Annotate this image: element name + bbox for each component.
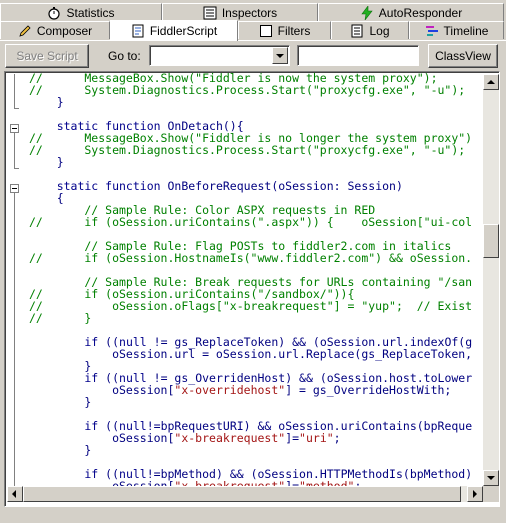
code-line: // if (oSession.uriContains(".aspx")) { … xyxy=(29,216,472,228)
tab-statistics-label: Statistics xyxy=(66,5,115,20)
timeline-icon xyxy=(425,24,439,38)
script-editor[interactable]: // MessageBox.Show("Fiddler is now the s… xyxy=(4,71,500,507)
code-token: "x-breakrequest" xyxy=(174,431,286,445)
stopwatch-icon xyxy=(47,6,61,20)
log-icon xyxy=(350,24,364,38)
tab-timeline-label: Timeline xyxy=(443,23,489,38)
fold-end xyxy=(14,168,19,169)
search-input[interactable] xyxy=(297,45,419,66)
horizontal-scroll-thumb[interactable] xyxy=(23,486,461,502)
tab-log[interactable]: Log xyxy=(331,21,409,39)
code-token: } xyxy=(29,95,64,109)
tab-fiddlerscript-label: FiddlerScript xyxy=(149,24,218,38)
fold-line xyxy=(14,193,15,488)
tab-fiddlerscript[interactable]: FiddlerScript xyxy=(110,20,238,41)
chevron-down-icon[interactable] xyxy=(272,47,288,64)
tab-filters-label: Filters xyxy=(277,23,311,38)
code-line: oSession.url = oSession.url.Replace(gs_R… xyxy=(29,348,472,360)
script-toolbar: Save Script Go to: ClassView xyxy=(0,42,506,70)
scroll-down-button[interactable] xyxy=(483,470,499,486)
pencil-icon xyxy=(18,24,32,38)
checkbox-icon xyxy=(259,24,273,38)
code-token: ] = gs_OverrideHostWith; xyxy=(285,383,452,397)
tab-composer-label: Composer xyxy=(36,23,93,38)
code-line: // oSession.oFlags["x-breakrequest"] = "… xyxy=(29,300,472,312)
horizontal-scrollbar[interactable] xyxy=(7,486,483,502)
goto-label: Go to: xyxy=(108,49,141,63)
vertical-scroll-thumb[interactable] xyxy=(483,224,499,258)
code-token: "uri" xyxy=(299,431,334,445)
code-token: "x-overridehost" xyxy=(174,383,286,397)
code-token: ; xyxy=(333,431,341,445)
scrollbar-corner xyxy=(483,486,499,502)
tab-inspectors-label: Inspectors xyxy=(221,5,278,20)
fold-toggle-ondetach[interactable] xyxy=(10,124,19,133)
tab-divider xyxy=(0,40,506,41)
code-token: ; xyxy=(354,479,362,486)
fold-line xyxy=(14,74,15,108)
code-token: } xyxy=(29,443,92,457)
classview-button[interactable]: ClassView xyxy=(428,44,498,68)
code-line: // System.Diagnostics.Process.Start("pro… xyxy=(29,84,465,96)
code-token: // if (oSession.HostnameIs("www.fiddler2… xyxy=(29,251,473,265)
tab-autoresponder-label: AutoResponder xyxy=(378,5,463,20)
code-token: oSession.url = oSession.url.Replace(gs_R… xyxy=(29,347,473,361)
code-line: } xyxy=(29,444,91,456)
scroll-right-button[interactable] xyxy=(467,486,483,502)
code-token: ]= xyxy=(285,431,300,445)
code-line: } xyxy=(29,96,64,108)
code-token: "x-breakrequest" xyxy=(174,479,286,486)
tab-timeline[interactable]: Timeline xyxy=(409,21,504,39)
code-token: // oSession.oFlags["x-breakrequest"] = "… xyxy=(29,299,473,313)
code-token: // } xyxy=(29,311,92,325)
lightning-icon xyxy=(360,4,374,20)
code-token: ]= xyxy=(285,479,300,486)
tab-composer[interactable]: Composer xyxy=(0,21,110,39)
tab-autoresponder[interactable]: AutoResponder xyxy=(318,3,504,21)
fold-toggle-onbeforerequest[interactable] xyxy=(10,184,19,193)
tab-statistics[interactable]: Statistics xyxy=(0,3,162,21)
code-token: } xyxy=(29,155,64,169)
code-line: } xyxy=(29,156,64,168)
code-line: oSession["x-overridehost"] = gs_Override… xyxy=(29,384,451,396)
fold-end xyxy=(14,108,19,109)
code-line: } xyxy=(29,396,91,408)
code-line: // if (oSession.HostnameIs("www.fiddler2… xyxy=(29,252,472,264)
fold-line xyxy=(14,133,15,168)
save-script-button[interactable]: Save Script xyxy=(5,44,89,68)
code-token: oSession[ xyxy=(29,479,175,486)
tab-filters[interactable]: Filters xyxy=(238,21,331,39)
code-token: OnBeforeRequest(oSession: Session) xyxy=(167,179,403,193)
code-area[interactable]: // MessageBox.Show("Fiddler is now the s… xyxy=(29,72,483,486)
tab-inspectors[interactable]: Inspectors xyxy=(162,3,318,21)
code-token: // System.Diagnostics.Process.Start("pro… xyxy=(29,143,466,157)
code-token: // System.Diagnostics.Process.Start("pro… xyxy=(29,83,466,97)
tab-row-bottom: Composer FiddlerScript Filters Log Timel… xyxy=(0,20,506,41)
code-token: } xyxy=(29,395,92,409)
code-line: // } xyxy=(29,312,91,324)
code-line: static function OnBeforeRequest(oSession… xyxy=(29,180,403,192)
tab-row-top: Statistics Inspectors AutoResponder xyxy=(0,3,506,21)
inspectors-icon xyxy=(203,6,217,20)
tab-log-label: Log xyxy=(369,23,390,38)
scroll-left-button[interactable] xyxy=(7,486,23,502)
code-token: // if (oSession.uriContains(".aspx")) { … xyxy=(29,215,473,229)
vertical-scrollbar[interactable] xyxy=(483,74,499,486)
goto-dropdown[interactable] xyxy=(149,45,290,66)
code-line: // System.Diagnostics.Process.Start("pro… xyxy=(29,144,465,156)
code-token: "method" xyxy=(299,479,355,486)
fold-gutter xyxy=(7,74,27,488)
script-icon xyxy=(131,24,145,38)
scroll-up-button[interactable] xyxy=(483,74,499,90)
